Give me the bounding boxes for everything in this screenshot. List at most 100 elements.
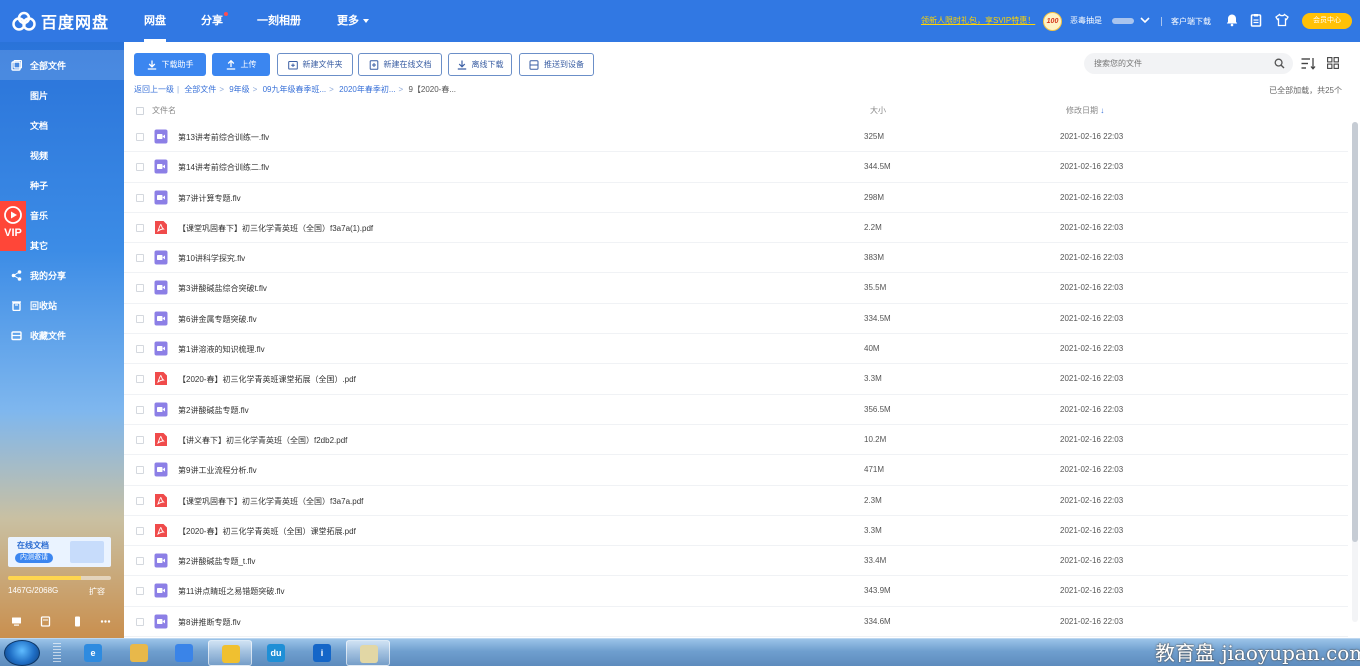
nav-tab-moments-album[interactable]: 一刻相册 bbox=[257, 0, 301, 42]
taskbar-button-paint[interactable] bbox=[346, 640, 390, 666]
scrollbar-thumb[interactable] bbox=[1352, 122, 1358, 542]
breadcrumb-item[interactable]: 全部文件 bbox=[184, 85, 216, 94]
sidebar-item-videos[interactable]: 视频 bbox=[0, 140, 124, 170]
new-online-doc-button[interactable]: 新建在线文档 bbox=[358, 53, 442, 76]
column-header-date[interactable]: 修改日期 ↓ bbox=[1066, 105, 1104, 116]
row-checkbox[interactable] bbox=[136, 163, 144, 172]
vip-center-button[interactable]: 会员中心 bbox=[1302, 13, 1352, 29]
file-name[interactable]: 第8讲推断专题.flv bbox=[178, 617, 241, 628]
search-input[interactable] bbox=[1084, 53, 1293, 74]
nav-tab-share[interactable]: 分享 bbox=[201, 0, 228, 42]
file-name[interactable]: 第1讲溶液的知识梳理.flv bbox=[178, 344, 265, 355]
sidebar-item-images[interactable]: 图片 bbox=[0, 80, 124, 110]
bell-icon[interactable] bbox=[1225, 13, 1239, 27]
file-name[interactable]: 第7讲计算专题.flv bbox=[178, 193, 241, 204]
column-header-size[interactable]: 大小 bbox=[870, 105, 886, 116]
row-checkbox[interactable] bbox=[136, 526, 144, 535]
taskbar-button-ie[interactable]: e bbox=[71, 640, 115, 666]
phone-icon[interactable] bbox=[72, 616, 83, 627]
table-row[interactable]: 第10讲科学探究.flv 383M 2021-02-16 22:03 bbox=[124, 243, 1348, 274]
file-name[interactable]: 第2讲酸碱盐专题_t.flv bbox=[178, 556, 255, 567]
promo-link[interactable]: 领新人限时礼包，享SVIP特惠！ bbox=[921, 15, 1035, 26]
file-name[interactable]: 第3讲酸碱盐综合突破t.flv bbox=[178, 283, 267, 294]
file-name[interactable]: 第6讲金属专题突破.flv bbox=[178, 314, 257, 325]
logo[interactable]: 百度网盘 bbox=[10, 9, 109, 33]
breadcrumb-item[interactable]: 9年级 bbox=[229, 85, 249, 94]
file-name[interactable]: 第13讲考前综合训练一.flv bbox=[178, 132, 269, 143]
breadcrumb-back[interactable]: 返回上一级 bbox=[134, 85, 174, 94]
sidebar-item-documents[interactable]: 文档 bbox=[0, 110, 124, 140]
sort-list-icon[interactable] bbox=[1301, 57, 1316, 70]
search-icon[interactable] bbox=[1274, 58, 1285, 69]
row-checkbox[interactable] bbox=[136, 557, 144, 566]
clipboard-icon[interactable] bbox=[1249, 13, 1263, 27]
chevron-down-icon[interactable] bbox=[1139, 14, 1151, 26]
row-checkbox[interactable] bbox=[136, 133, 144, 141]
row-checkbox[interactable] bbox=[136, 405, 144, 414]
file-name[interactable]: 【课堂巩固春下】初三化学青英班（全国）f3a7a.pdf bbox=[178, 496, 363, 507]
row-checkbox[interactable] bbox=[136, 314, 144, 323]
row-checkbox[interactable] bbox=[136, 193, 144, 202]
row-checkbox[interactable] bbox=[136, 223, 144, 232]
level-badge[interactable]: 100 bbox=[1043, 12, 1062, 31]
file-name[interactable]: 第11讲点睛班之易错题突破.flv bbox=[178, 586, 285, 597]
column-header-name[interactable]: 文件名 bbox=[152, 105, 176, 116]
file-name[interactable]: 第9讲工业流程分析.flv bbox=[178, 465, 257, 476]
taskbar-button-explorer[interactable] bbox=[117, 640, 161, 666]
upload-button[interactable]: 上传 bbox=[212, 53, 270, 76]
file-name[interactable]: 【课堂巩固春下】初三化学青英班（全国）f3a7a(1).pdf bbox=[178, 223, 373, 234]
username[interactable]: 恶毒抽是 bbox=[1070, 15, 1102, 26]
client-download-link[interactable]: 客户端下载 bbox=[1171, 16, 1211, 27]
table-row[interactable]: 第13讲考前综合训练一.flv 325M 2021-02-16 22:03 bbox=[124, 122, 1348, 153]
breadcrumb-item[interactable]: 09九年级春季班... bbox=[263, 85, 327, 94]
table-row[interactable]: 【2020-春】初三化学青英班（全国）课堂拓展.pdf 3.3M 2021-02-1… bbox=[124, 516, 1348, 547]
table-row[interactable]: 第8讲推断专题.flv 334.6M 2021-02-16 22:03 bbox=[124, 607, 1348, 638]
push-to-device-button[interactable]: 推送到设备 bbox=[519, 53, 594, 76]
taskbar-button-chrome[interactable] bbox=[208, 640, 252, 666]
row-checkbox[interactable] bbox=[136, 345, 144, 354]
breadcrumb-item[interactable]: 2020年春季初... bbox=[339, 85, 395, 94]
online-doc-banner[interactable]: 在线文档 内测邀请 bbox=[8, 537, 111, 567]
table-row[interactable]: 第3讲酸碱盐综合突破t.flv 35.5M 2021-02-16 22:03 bbox=[124, 273, 1348, 304]
download-helper-button[interactable]: 下载助手 bbox=[134, 53, 206, 76]
table-row[interactable]: 【2020-春】初三化学青英班课堂拓展（全国）.pdf 3.3M 2021-02-1… bbox=[124, 364, 1348, 395]
table-row[interactable]: 第11讲点睛班之易错题突破.flv 343.9M 2021-02-16 22:03 bbox=[124, 576, 1348, 607]
row-checkbox[interactable] bbox=[136, 254, 144, 263]
more-icon[interactable] bbox=[100, 616, 111, 627]
table-row[interactable]: 【讲义春下】初三化学青英班（全国）f2db2.pdf 10.2M 2021-02-1… bbox=[124, 425, 1348, 456]
monitor-icon[interactable] bbox=[11, 616, 22, 627]
new-folder-button[interactable]: 新建文件夹 bbox=[277, 53, 353, 76]
row-checkbox[interactable] bbox=[136, 375, 144, 384]
row-checkbox[interactable] bbox=[136, 587, 144, 596]
tshirt-skin-icon[interactable] bbox=[1275, 13, 1289, 27]
sidebar-item-torrents[interactable]: 种子 bbox=[0, 170, 124, 200]
expand-storage-link[interactable]: 扩容 bbox=[89, 586, 105, 597]
row-checkbox[interactable] bbox=[136, 435, 144, 444]
nav-tab-more[interactable]: 更多 bbox=[337, 0, 369, 42]
sidebar-item-recycle-bin[interactable]: 回收站 bbox=[0, 290, 124, 320]
scrollbar-track[interactable] bbox=[1352, 122, 1358, 622]
vip-float-button[interactable]: VIP bbox=[0, 201, 26, 251]
table-row[interactable]: 第6讲金属专题突破.flv 334.5M 2021-02-16 22:03 bbox=[124, 304, 1348, 335]
grid-view-icon[interactable] bbox=[1327, 57, 1339, 69]
file-name[interactable]: 第10讲科学探究.flv bbox=[178, 253, 245, 264]
select-all-checkbox[interactable] bbox=[136, 107, 144, 115]
sidebar-item-favorites[interactable]: 收藏文件 bbox=[0, 320, 124, 350]
row-checkbox[interactable] bbox=[136, 466, 144, 475]
table-row[interactable]: 【课堂巩固春下】初三化学青英班（全国）f3a7a(1).pdf 2.2M 2021-… bbox=[124, 213, 1348, 244]
row-checkbox[interactable] bbox=[136, 617, 144, 626]
table-row[interactable]: 第2讲酸碱盐专题_t.flv 33.4M 2021-02-16 22:03 bbox=[124, 546, 1348, 577]
table-row[interactable]: 第9讲工业流程分析.flv 471M 2021-02-16 22:03 bbox=[124, 455, 1348, 486]
file-name[interactable]: 【讲义春下】初三化学青英班（全国）f2db2.pdf bbox=[178, 435, 347, 446]
table-row[interactable]: 第7讲计算专题.flv 298M 2021-02-16 22:03 bbox=[124, 183, 1348, 213]
taskbar-button-du[interactable]: du bbox=[254, 640, 298, 666]
file-name[interactable]: 第2讲酸碱盐专题.flv bbox=[178, 405, 249, 416]
taskbar-button-download-manager[interactable]: i bbox=[300, 640, 344, 666]
sidebar-item-all-files[interactable]: 全部文件 bbox=[0, 50, 124, 80]
start-button[interactable] bbox=[4, 640, 40, 666]
file-name[interactable]: 【2020-春】初三化学青英班课堂拓展（全国）.pdf bbox=[178, 374, 356, 385]
sidebar-item-my-shares[interactable]: 我的分享 bbox=[0, 260, 124, 290]
row-checkbox[interactable] bbox=[136, 284, 144, 293]
file-name[interactable]: 第14讲考前综合训练二.flv bbox=[178, 162, 269, 173]
table-row[interactable]: 第14讲考前综合训练二.flv 344.5M 2021-02-16 22:03 bbox=[124, 152, 1348, 183]
